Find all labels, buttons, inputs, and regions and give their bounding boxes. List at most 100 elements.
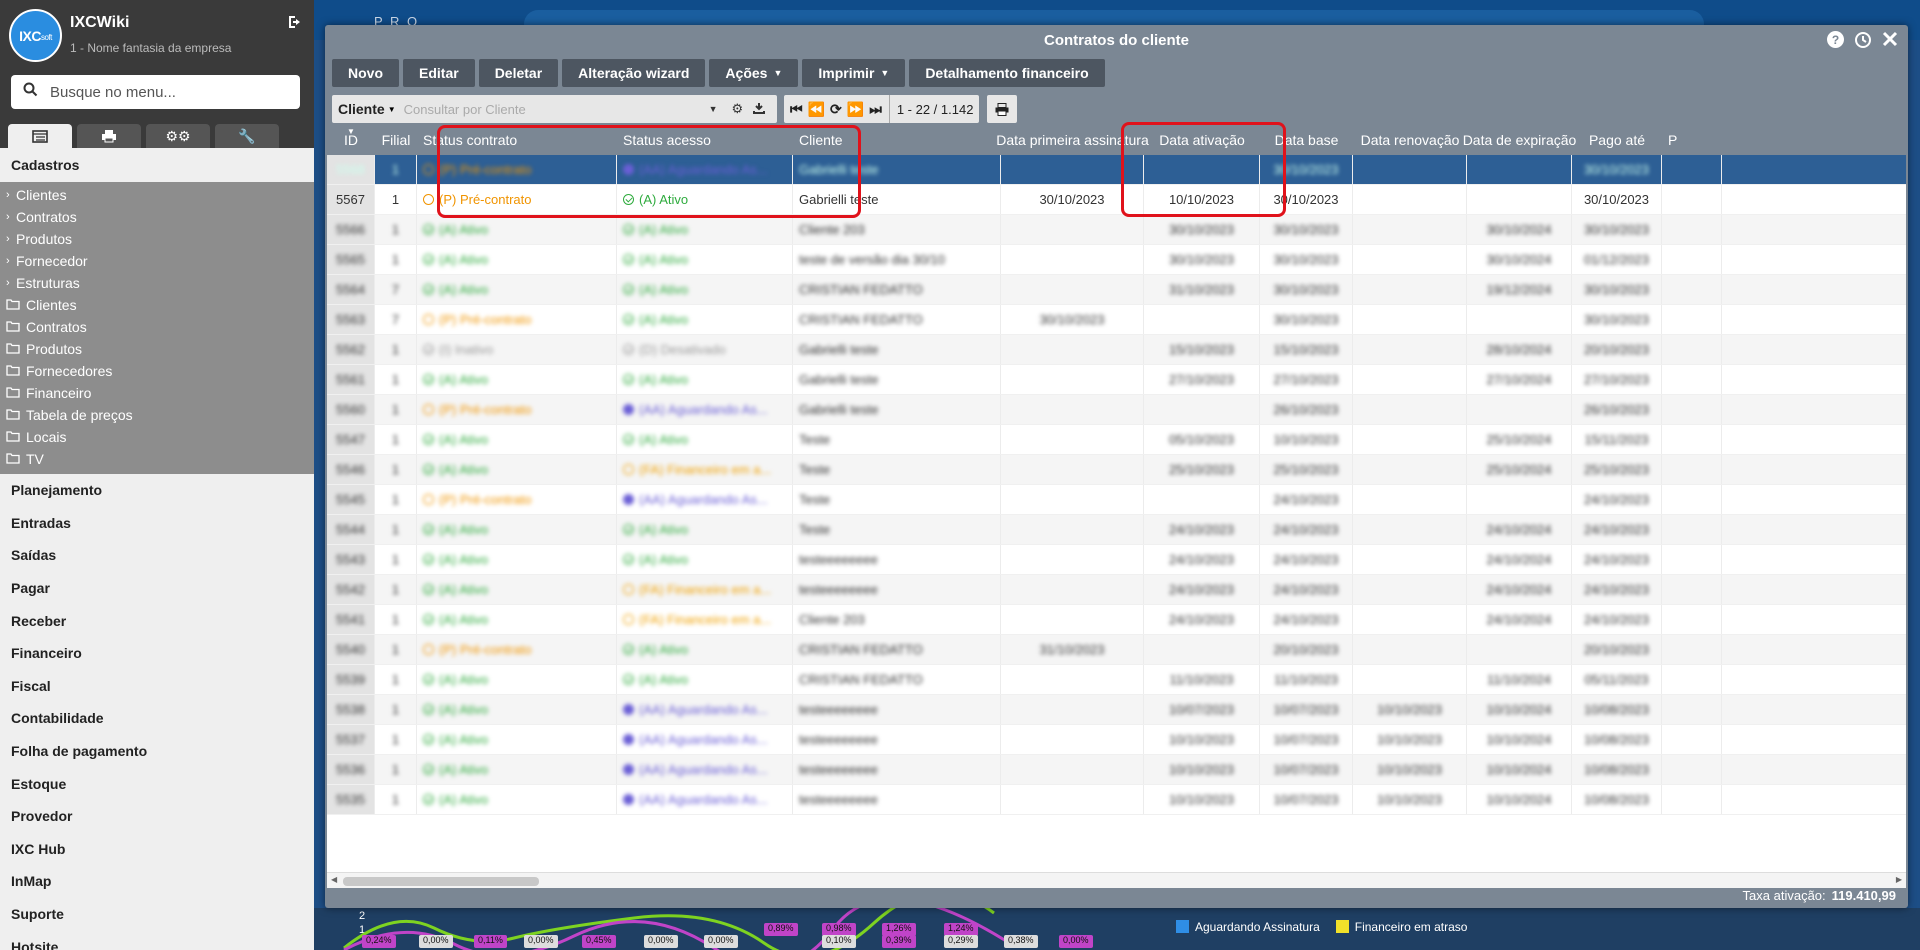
section-title-cadastros[interactable]: Cadastros xyxy=(0,148,314,182)
tab-print-icon[interactable] xyxy=(77,124,141,148)
first-page-icon[interactable]: ⏮ xyxy=(790,101,803,118)
cadastros-group-item[interactable]: › Fornecedor xyxy=(0,250,314,272)
table-row[interactable]: 5545 1 (P) Pré-contrato (AA) Aguardando As.… xyxy=(327,485,1906,515)
table-row[interactable]: 5539 1 (A) Ativo (A) Ativo CRISTIAN FEDATTO 1… xyxy=(327,665,1906,695)
tab-list-icon[interactable] xyxy=(8,124,72,148)
table-row[interactable]: 5542 1 (A) Ativo (FA) Financeiro em a... tes… xyxy=(327,575,1906,605)
column-header[interactable]: P xyxy=(1662,125,1722,155)
table-row[interactable]: 5568 1 (P) Pré-contrato (AA) Aguardando As.… xyxy=(327,155,1906,185)
advanced-filter-icon[interactable]: ⚙ xyxy=(732,101,744,117)
cadastros-folder-item[interactable]: Financeiro xyxy=(0,382,314,404)
help-icon[interactable]: ? xyxy=(1827,31,1844,48)
table-row[interactable]: 5538 1 (A) Ativo (AA) Aguardando As... teste… xyxy=(327,695,1906,725)
refresh-icon[interactable]: ⟳ xyxy=(830,101,842,118)
menu-search[interactable] xyxy=(11,75,300,109)
table-row[interactable]: 5563 7 (P) Pré-contrato (A) Ativo CRISTIAN F… xyxy=(327,305,1906,335)
download-icon[interactable] xyxy=(753,102,766,117)
horizontal-scrollbar[interactable]: ◀ ▶ xyxy=(327,872,1906,888)
ixcsoft-logo[interactable]: IXC soft xyxy=(9,9,62,62)
column-header[interactable]: Filial xyxy=(375,125,417,155)
column-header[interactable]: Data ativação xyxy=(1144,125,1260,155)
table-row[interactable]: 5562 1 (I) Inativo (D) Desativado Gabrielli … xyxy=(327,335,1906,365)
menu-search-input[interactable] xyxy=(50,83,280,101)
table-row[interactable]: 5544 1 (A) Ativo (A) Ativo Teste 24/10/2023 24… xyxy=(327,515,1906,545)
menu-item[interactable]: InMap xyxy=(0,865,314,898)
table-cell-cliente: Gabrielli teste xyxy=(793,335,1001,364)
menu-item[interactable]: Hotsite xyxy=(0,930,314,950)
table-row[interactable]: 5567 1 (P) Pré-contrato (A) Ativo Gabrielli … xyxy=(327,185,1906,215)
caret-down-icon[interactable]: ▼ xyxy=(388,105,396,114)
menu-item[interactable]: Contabilidade xyxy=(0,702,314,735)
table-cell-status: (A) Ativo xyxy=(417,365,617,394)
cadastros-folder-item[interactable]: Tabela de preços xyxy=(0,404,314,426)
cliente-search-input[interactable] xyxy=(403,101,709,117)
scroll-right-icon[interactable]: ▶ xyxy=(1896,875,1902,884)
table-row[interactable]: 5540 1 (P) Pré-contrato (A) Ativo CRISTIAN F… xyxy=(327,635,1906,665)
column-header[interactable]: ▼ ID xyxy=(327,125,375,155)
column-header[interactable]: Cliente xyxy=(793,125,1001,155)
cadastros-folder-item[interactable]: Produtos xyxy=(0,338,314,360)
table-row[interactable]: 5543 1 (A) Ativo (A) Ativo testeeeeeeee 24/10… xyxy=(327,545,1906,575)
dropdown-arrow-icon[interactable]: ▼ xyxy=(709,104,718,114)
detalhamento-financeiro-button[interactable]: Detalhamento financeiro xyxy=(909,59,1105,87)
tab-gears-icon[interactable]: ⚙⚙ xyxy=(146,124,210,148)
menu-item[interactable]: Saídas xyxy=(0,539,314,572)
editar-button[interactable]: Editar xyxy=(403,59,475,87)
search-field-selector[interactable]: Cliente xyxy=(338,101,385,117)
menu-item[interactable]: Planejamento xyxy=(0,474,314,507)
tab-wrench-icon[interactable]: 🔧 xyxy=(215,124,279,148)
column-header[interactable]: Status acesso xyxy=(617,125,793,155)
table-row[interactable]: 5561 1 (A) Ativo (A) Ativo Gabrielli teste 27… xyxy=(327,365,1906,395)
table-row[interactable]: 5535 1 (A) Ativo (AA) Aguardando As... teste… xyxy=(327,785,1906,815)
menu-item[interactable]: Receber xyxy=(0,604,314,637)
cadastros-folder-item[interactable]: Clientes xyxy=(0,294,314,316)
cadastros-group-item[interactable]: › Produtos xyxy=(0,228,314,250)
table-row[interactable]: 5546 1 (A) Ativo (FA) Financeiro em a... Tes… xyxy=(327,455,1906,485)
column-header[interactable]: Data renovação xyxy=(1353,125,1467,155)
cadastros-folder-item[interactable]: Contratos xyxy=(0,316,314,338)
menu-item[interactable]: Suporte xyxy=(0,898,314,931)
next-page-icon[interactable]: ⏩ xyxy=(847,101,864,118)
column-header[interactable]: Pago até xyxy=(1572,125,1662,155)
history-icon[interactable] xyxy=(1854,31,1872,54)
column-header[interactable]: Data primeira assinatura xyxy=(996,125,1149,155)
menu-item[interactable]: Estoque xyxy=(0,767,314,800)
last-page-icon[interactable]: ⏭ xyxy=(869,101,882,118)
cadastros-group-item[interactable]: › Clientes xyxy=(0,184,314,206)
logout-icon[interactable] xyxy=(288,15,304,34)
alteracao-wizard-button[interactable]: Alteração wizard xyxy=(562,59,706,87)
menu-item[interactable]: Folha de pagamento xyxy=(0,735,314,768)
scroll-left-icon[interactable]: ◀ xyxy=(331,875,337,884)
cadastros-group-item[interactable]: › Contratos xyxy=(0,206,314,228)
acoes-dropdown[interactable]: Ações ▼ xyxy=(709,59,799,87)
table-row[interactable]: 5565 1 (A) Ativo (A) Ativo teste de versão d… xyxy=(327,245,1906,275)
table-row[interactable]: 5547 1 (A) Ativo (A) Ativo Teste 05/10/2023 10… xyxy=(327,425,1906,455)
novo-button[interactable]: Novo xyxy=(332,59,399,87)
cadastros-folder-item[interactable]: TV xyxy=(0,448,314,470)
table-row[interactable]: 5566 1 (A) Ativo (A) Ativo Cliente 203 30/10/… xyxy=(327,215,1906,245)
menu-item[interactable]: Provedor xyxy=(0,800,314,833)
column-header[interactable]: Data base xyxy=(1260,125,1353,155)
table-row[interactable]: 5536 1 (A) Ativo (AA) Aguardando As... teste… xyxy=(327,755,1906,785)
column-header[interactable]: Data de expiração xyxy=(1463,125,1577,155)
status-pill: (P) Pré-contrato xyxy=(423,492,531,507)
cadastros-group-item[interactable]: › Estruturas xyxy=(0,272,314,294)
table-row[interactable]: 5560 1 (P) Pré-contrato (AA) Aguardando As.… xyxy=(327,395,1906,425)
prev-page-icon[interactable]: ⏪ xyxy=(808,101,825,118)
print-icon[interactable] xyxy=(987,95,1018,123)
table-row[interactable]: 5564 7 (A) Ativo (A) Ativo CRISTIAN FEDATTO 3… xyxy=(327,275,1906,305)
menu-item[interactable]: IXC Hub xyxy=(0,833,314,866)
close-icon[interactable] xyxy=(1882,31,1898,54)
imprimir-dropdown[interactable]: Imprimir ▼ xyxy=(802,59,906,87)
table-row[interactable]: 5537 1 (A) Ativo (AA) Aguardando As... teste… xyxy=(327,725,1906,755)
scrollbar-thumb[interactable] xyxy=(343,877,539,886)
column-header[interactable]: Status contrato xyxy=(417,125,617,155)
table-row[interactable]: 5541 1 (A) Ativo (FA) Financeiro em a... Cli… xyxy=(327,605,1906,635)
menu-item[interactable]: Pagar xyxy=(0,572,314,605)
cadastros-folder-item[interactable]: Locais xyxy=(0,426,314,448)
deletar-button[interactable]: Deletar xyxy=(478,59,559,87)
menu-item[interactable]: Financeiro xyxy=(0,637,314,670)
menu-item[interactable]: Entradas xyxy=(0,507,314,540)
menu-item[interactable]: Fiscal xyxy=(0,670,314,703)
cadastros-folder-item[interactable]: Fornecedores xyxy=(0,360,314,382)
